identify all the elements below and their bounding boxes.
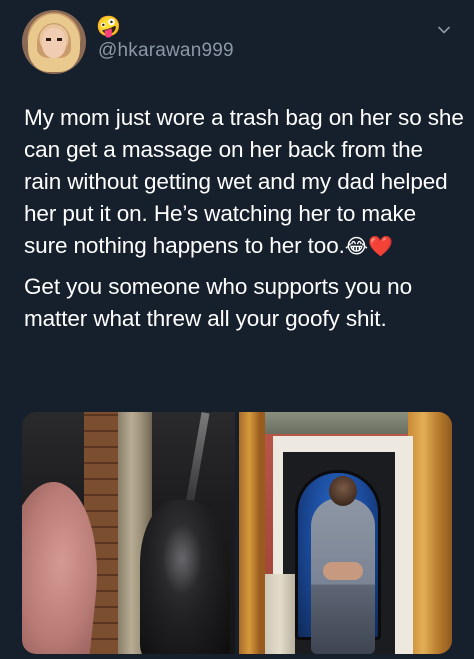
- tweet-text: My mom just wore a trash bag on her so s…: [24, 102, 464, 335]
- ceiling: [265, 412, 408, 434]
- tweet-paragraph-1: My mom just wore a trash bag on her so s…: [24, 102, 464, 263]
- man-head: [329, 476, 357, 506]
- tweet-emojis: 😂❤️: [344, 236, 393, 258]
- user-handle[interactable]: @hkarawan999: [98, 40, 234, 62]
- stone-wall: [265, 574, 295, 654]
- curtain-right: [408, 412, 452, 654]
- tweet-paragraph-1-text: My mom just wore a trash bag on her so s…: [24, 105, 464, 258]
- display-name[interactable]: 🤪: [96, 16, 121, 38]
- avatar[interactable]: [22, 10, 86, 74]
- trash-bag-highlight: [162, 524, 202, 594]
- tweet-card: 🤪 @hkarawan999 My mom just wore a trash …: [0, 0, 474, 659]
- avatar-eyes: [46, 38, 62, 41]
- man-hands: [323, 562, 363, 580]
- chevron-down-icon[interactable]: [438, 24, 450, 36]
- tweet-paragraph-2: Get you someone who supports you no matt…: [24, 274, 412, 331]
- media-photo-trash-bag[interactable]: [22, 412, 235, 654]
- media-photo-doorway[interactable]: [239, 412, 452, 654]
- tweet-media: [22, 412, 452, 654]
- avatar-face: [42, 28, 66, 58]
- curtain-left: [239, 412, 265, 654]
